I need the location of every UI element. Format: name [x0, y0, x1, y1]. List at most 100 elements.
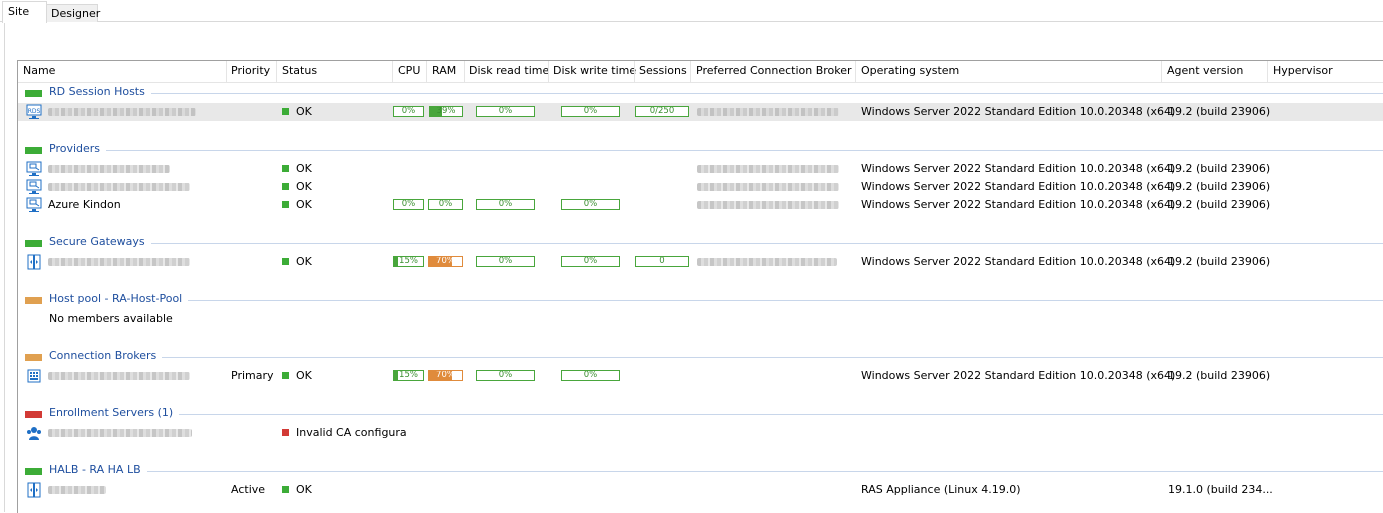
col-divider[interactable] — [426, 61, 427, 82]
col-divider[interactable] — [1267, 61, 1268, 82]
redacted-broker-name — [697, 108, 839, 116]
agent-version-text: 19.2 (build 23906) — [1168, 255, 1271, 268]
table-row[interactable]: OK Windows Server 2022 Standard Edition … — [18, 178, 1383, 196]
col-header-hypervisor[interactable]: Hypervisor — [1273, 63, 1333, 79]
col-header-disk-read[interactable]: Disk read time — [469, 63, 549, 79]
group-color-swatch — [25, 468, 42, 475]
os-text: Windows Server 2022 Standard Edition 10.… — [861, 162, 1176, 175]
redacted-server-name — [48, 165, 170, 173]
status-ok-indicator — [282, 183, 289, 190]
server-name: Azure Kindon — [48, 198, 121, 211]
table-row[interactable]: OK Windows Server 2022 Standard Edition … — [18, 160, 1383, 178]
col-divider[interactable] — [548, 61, 549, 82]
header-divider — [18, 82, 1383, 83]
col-divider[interactable] — [464, 61, 465, 82]
sessions-value: 0/250 — [649, 106, 675, 116]
os-text: RAS Appliance (Linux 4.19.0) — [861, 483, 1021, 496]
tab-designer-label: Designer — [51, 7, 101, 20]
cpu-value: 0% — [401, 106, 416, 116]
group-header-connection-brokers[interactable]: Connection Brokers — [25, 349, 1383, 364]
group-divider — [49, 243, 1383, 244]
agent-version-text: 19.2 (build 23906) — [1168, 180, 1271, 193]
agent-version-text: 19.2 (build 23906) — [1168, 105, 1271, 118]
redacted-server-name — [48, 486, 106, 494]
group-header-rd-session-hosts[interactable]: RD Session Hosts — [25, 85, 1383, 100]
col-header-name[interactable]: Name — [23, 63, 55, 79]
col-header-disk-write[interactable]: Disk write time — [553, 63, 636, 79]
sessions-bar: 0/250 — [635, 106, 689, 117]
site-grid — [17, 60, 1383, 513]
col-header-agent[interactable]: Agent version — [1167, 63, 1243, 79]
cpu-bar: 15% — [393, 256, 424, 267]
status-text: OK — [296, 105, 312, 118]
col-header-os[interactable]: Operating system — [861, 63, 959, 79]
cpu-value: 15% — [399, 256, 418, 266]
disk-read-value: 0% — [498, 370, 513, 380]
disk-read-bar: 0% — [476, 256, 535, 267]
disk-write-value: 0% — [583, 199, 598, 209]
gateway-icon — [26, 254, 42, 270]
redacted-server-name — [48, 429, 192, 437]
disk-write-value: 0% — [583, 370, 598, 380]
group-color-swatch — [25, 354, 42, 361]
ram-bar: 0% — [428, 199, 463, 210]
agent-version-text: 19.2 (build 23906) — [1168, 369, 1271, 382]
table-row[interactable]: OK 15% 70% 0% 0% 0 Windows Server 2022 S… — [18, 253, 1383, 271]
group-divider — [49, 300, 1383, 301]
status-text: Invalid CA configura — [296, 426, 407, 439]
group-divider — [49, 150, 1383, 151]
group-title: Secure Gateways — [49, 235, 151, 248]
col-header-priority[interactable]: Priority — [231, 63, 270, 79]
disk-read-bar: 0% — [476, 370, 535, 381]
agent-version-text: 19.2 (build 23906) — [1168, 162, 1271, 175]
group-header-halb[interactable]: HALB - RA HA LB — [25, 463, 1383, 478]
col-divider[interactable] — [226, 61, 227, 82]
redacted-server-name — [48, 372, 190, 380]
table-row[interactable]: Active OK RAS Appliance (Linux 4.19.0) 1… — [18, 481, 1383, 499]
enrollment-server-icon — [26, 425, 42, 441]
col-divider[interactable] — [392, 61, 393, 82]
disk-write-value: 0% — [583, 106, 598, 116]
status-text: OK — [296, 369, 312, 382]
tab-designer[interactable]: Designer — [45, 4, 101, 22]
ram-bar: 70% — [428, 256, 463, 267]
col-header-sessions[interactable]: Sessions — [639, 63, 687, 79]
group-header-host-pool[interactable]: Host pool - RA-Host-Pool — [25, 292, 1383, 307]
col-header-status[interactable]: Status — [282, 63, 317, 79]
group-header-enrollment-servers[interactable]: Enrollment Servers (1) — [25, 406, 1383, 421]
col-divider[interactable] — [276, 61, 277, 82]
table-row[interactable]: Invalid CA configura — [18, 424, 1383, 442]
col-divider[interactable] — [855, 61, 856, 82]
group-title: HALB - RA HA LB — [49, 463, 147, 476]
tab-site[interactable]: Site — [2, 1, 47, 23]
col-divider[interactable] — [634, 61, 635, 82]
col-header-cpu[interactable]: CPU — [398, 63, 420, 79]
table-row[interactable]: Primary OK 15% 70% 0% 0% Windows Server … — [18, 367, 1383, 385]
group-color-swatch — [25, 411, 42, 418]
table-row[interactable]: RDS OK 0% 39% 0% 0% 0/250 Windows Server… — [18, 103, 1383, 121]
group-divider — [49, 357, 1383, 358]
priority-text: Primary — [231, 369, 274, 382]
group-divider — [49, 93, 1383, 94]
table-row[interactable]: Azure Kindon OK 0% 0% 0% 0% Windows Serv… — [18, 196, 1383, 214]
col-divider[interactable] — [1161, 61, 1162, 82]
redacted-broker-name — [697, 258, 837, 266]
group-title: Providers — [49, 142, 107, 155]
ram-value: 0% — [438, 199, 453, 209]
col-divider[interactable] — [690, 61, 691, 82]
cpu-bar: 15% — [393, 370, 424, 381]
group-header-secure-gateways[interactable]: Secure Gateways — [25, 235, 1383, 250]
provider-server-icon — [26, 197, 42, 213]
agent-version-text: 19.1.0 (build 234... — [1168, 483, 1273, 496]
group-header-providers[interactable]: Providers — [25, 142, 1383, 157]
cpu-value: 15% — [399, 370, 418, 380]
status-text: OK — [296, 255, 312, 268]
cpu-value: 0% — [401, 199, 416, 209]
redacted-server-name — [48, 183, 190, 191]
redacted-server-name — [48, 108, 196, 116]
status-ok-indicator — [282, 372, 289, 379]
redacted-server-name — [48, 258, 190, 266]
col-header-ram[interactable]: RAM — [432, 63, 456, 79]
col-header-broker[interactable]: Preferred Connection Broker — [696, 63, 852, 79]
group-color-swatch — [25, 240, 42, 247]
